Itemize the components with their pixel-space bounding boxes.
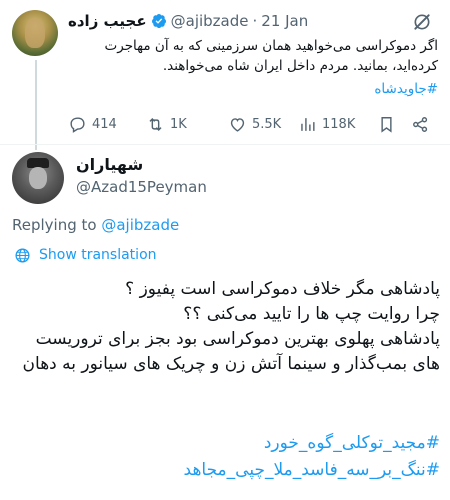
- bookmark-button[interactable]: [377, 112, 396, 136]
- reply-avatar[interactable]: [12, 152, 64, 204]
- share-icon: [413, 116, 428, 132]
- parent-author-name[interactable]: عجیب زاده: [68, 12, 147, 30]
- views-count: 118K: [322, 116, 356, 132]
- repost-button[interactable]: 1K: [146, 112, 187, 136]
- bookmark-icon: [381, 116, 392, 133]
- parent-handle[interactable]: @ajibzade: [171, 12, 249, 30]
- reply-line-3: پادشاهی پهلوی بهترین دموکراسی بود بجز بر…: [22, 329, 440, 374]
- header-separator: ·: [252, 12, 258, 30]
- views-button[interactable]: 118K: [298, 112, 355, 136]
- thread-connector-line: [35, 60, 37, 150]
- reply-handle[interactable]: @Azad15Peyman: [76, 178, 207, 196]
- reply-icon: [70, 116, 85, 133]
- reply-button[interactable]: 414: [68, 112, 117, 136]
- reply-tweet-text: پادشاهی مگر خلاف دموکراسی است پفیوز ؟ چر…: [10, 277, 440, 377]
- parent-tweet-header: عجیب زاده @ajibzade · 21 Jan: [68, 10, 398, 32]
- parent-avatar[interactable]: [12, 10, 58, 56]
- parent-action-bar: 414 1K 5.5K 118K: [68, 112, 438, 136]
- tweet-divider: [0, 144, 450, 145]
- reply-author-name[interactable]: شهیاران: [76, 155, 143, 174]
- parent-hashtag-link[interactable]: #جاویدشاه: [68, 79, 438, 99]
- tweet-thread: عجیب زاده @ajibzade · 21 Jan اگر دموکراس…: [0, 0, 450, 500]
- share-button[interactable]: [411, 112, 430, 136]
- heart-icon: [230, 117, 245, 132]
- repost-count: 1K: [170, 116, 187, 132]
- repost-icon: [149, 117, 162, 131]
- like-button[interactable]: 5.5K: [228, 112, 281, 136]
- replying-to-mention[interactable]: @ajibzade: [101, 216, 179, 234]
- grok-icon[interactable]: [412, 12, 432, 32]
- views-icon: [301, 117, 315, 131]
- parent-tweet[interactable]: عجیب زاده @ajibzade · 21 Jan اگر دموکراس…: [0, 0, 450, 150]
- parent-tweet-text: اگر دموکراسی می‌خواهید همان سرزمینی که ب…: [104, 38, 438, 74]
- globe-icon: [15, 247, 30, 263]
- replying-to-line: Replying to @ajibzade: [12, 216, 179, 234]
- parent-date[interactable]: 21 Jan: [261, 12, 308, 30]
- verified-badge-icon: [151, 14, 166, 28]
- reply-hashtags: #مجید_توکلی_گوه_خورد #ننگ_بر_سه_فاسد_ملا…: [10, 430, 440, 484]
- like-count: 5.5K: [252, 116, 282, 132]
- show-translation-button[interactable]: Show translation: [14, 245, 157, 265]
- reply-hashtag-link[interactable]: #ننگ_بر_سه_فاسد_ملا_چپی_مجاهد: [10, 457, 440, 484]
- replying-to-label: Replying to: [12, 216, 97, 234]
- show-translation-label: Show translation: [39, 247, 157, 263]
- reply-line-2: چرا روایت چپ ها را تایید می‌کنی ؟؟: [183, 304, 440, 324]
- reply-line-1: پادشاهی مگر خلاف دموکراسی است پفیوز ؟: [125, 279, 440, 299]
- reply-count: 414: [92, 116, 117, 132]
- reply-hashtag-link[interactable]: #مجید_توکلی_گوه_خورد: [10, 430, 440, 457]
